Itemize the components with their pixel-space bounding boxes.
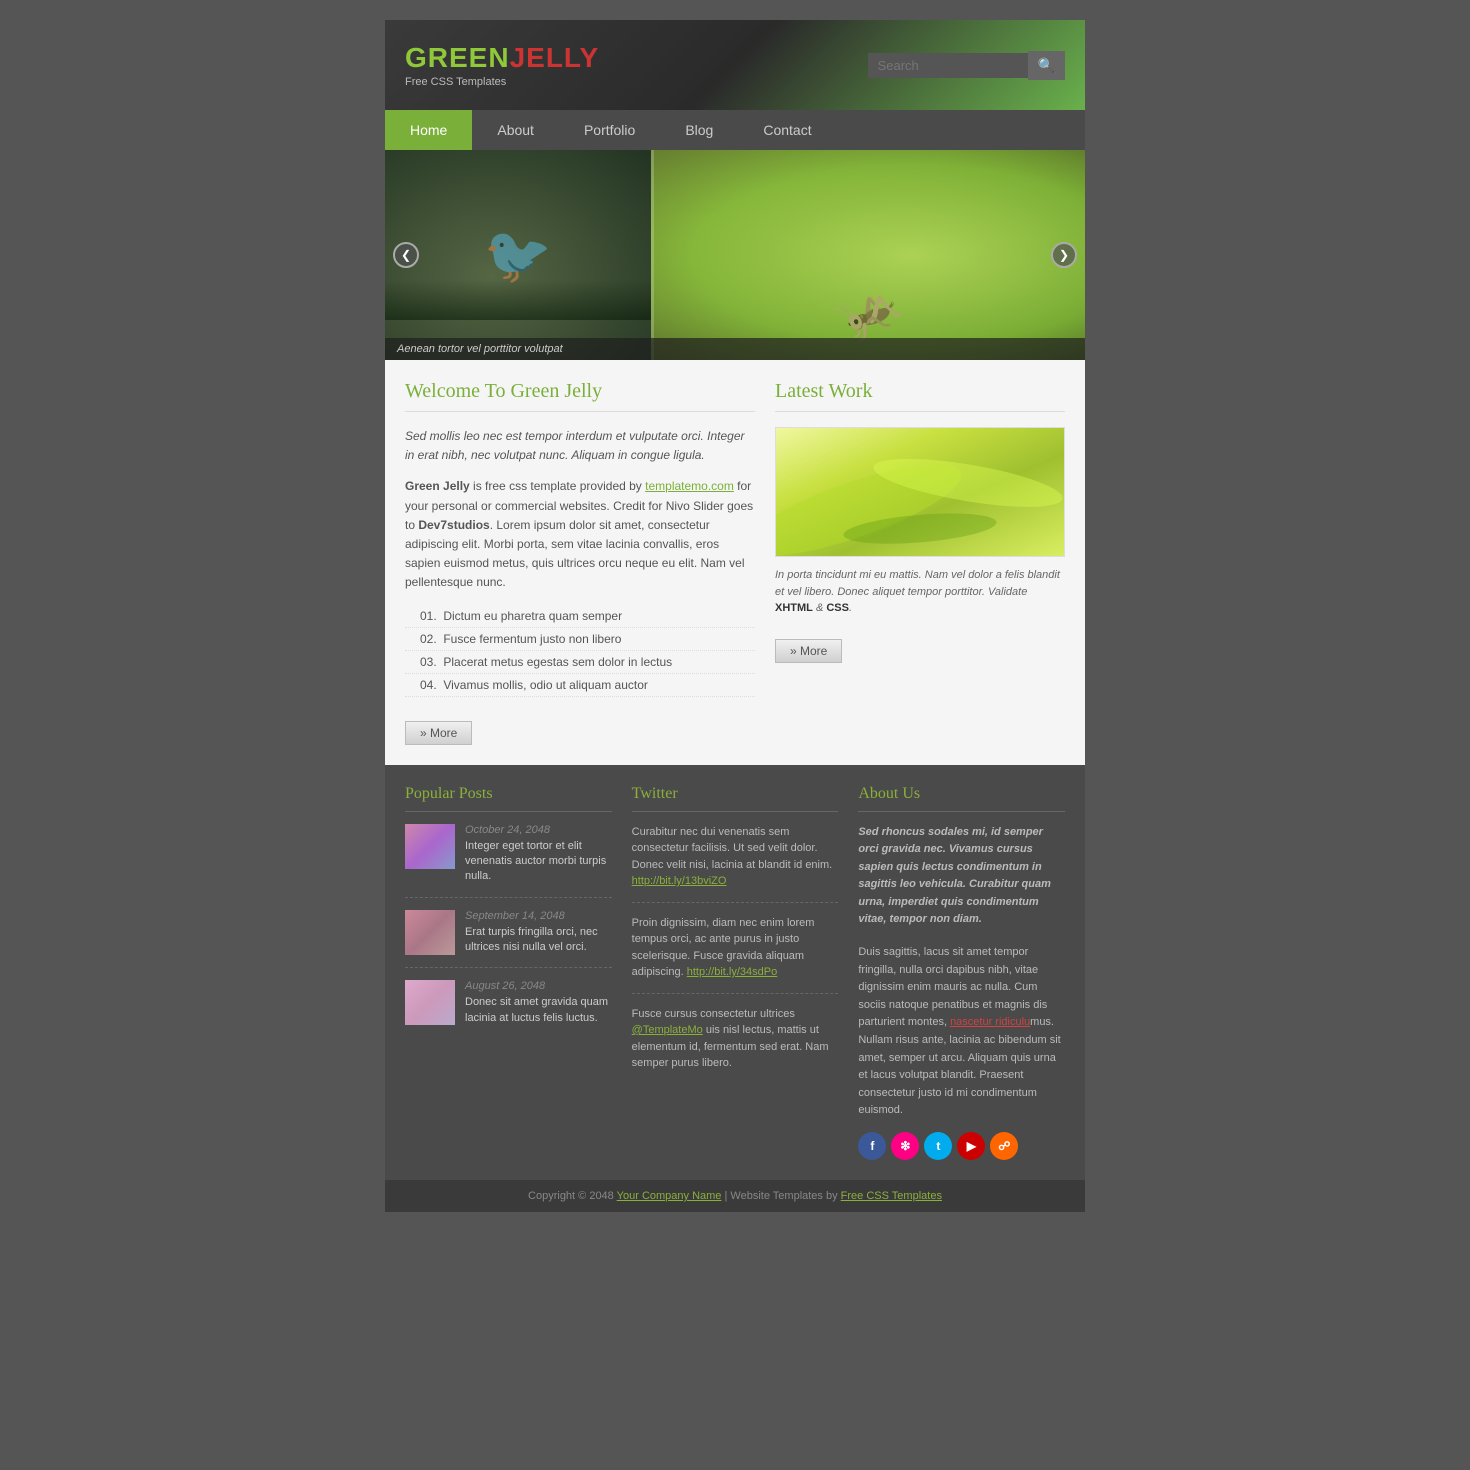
logo-red: JELLY: [510, 42, 600, 73]
css-label: CSS: [826, 602, 849, 614]
twitter-section: Twitter Curabitur nec dui venenatis sem …: [632, 785, 839, 1161]
slider-background: 🐦 🦗: [385, 150, 1085, 360]
latest-work-title: Latest Work: [775, 380, 1065, 412]
post-date: September 14, 2048: [465, 910, 612, 922]
logo: GREENJELLY Free CSS Templates: [405, 42, 599, 88]
slider-divider: [651, 150, 654, 360]
footer-sections: Popular Posts October 24, 2048 Integer e…: [385, 765, 1085, 1181]
footer-separator: | Website Templates by: [724, 1190, 840, 1202]
welcome-more-button[interactable]: » More: [405, 721, 472, 745]
youtube-icon[interactable]: ▶: [957, 1132, 985, 1160]
list-item: 04. Vivamus mollis, odio ut aliquam auct…: [405, 674, 755, 697]
slider-image-left: 🐦: [385, 150, 651, 360]
slider-prev-button[interactable]: ❮: [393, 242, 419, 268]
list-item: 01. Dictum eu pharetra quam semper: [405, 605, 755, 628]
list-item: 03. Placerat metus egestas sem dolor in …: [405, 651, 755, 674]
nav-item-about[interactable]: About: [472, 110, 559, 150]
post-excerpt: Integer eget tortor et elit venenatis au…: [465, 839, 612, 885]
logo-text: GREENJELLY: [405, 42, 599, 74]
post-thumb-image: [405, 980, 455, 1025]
search-box: 🔍: [868, 51, 1065, 80]
slider-caption: Aenean tortor vel porttitor volutpat: [385, 338, 1085, 360]
about-text-2: Duis sagittis, lacus sit amet tempor fri…: [858, 944, 1065, 1120]
xhtml-label: XHTML: [775, 602, 813, 614]
latest-work-section: Latest Work: [775, 380, 1065, 745]
nav-item-home[interactable]: Home: [385, 110, 472, 150]
post-thumbnail: [405, 910, 455, 955]
tweet-link[interactable]: http://bit.ly/13bviZO: [632, 875, 727, 887]
welcome-section: Welcome To Green Jelly Sed mollis leo ne…: [405, 380, 755, 745]
copyright-text: Copyright © 2048: [528, 1190, 614, 1202]
post-thumbnail: [405, 824, 455, 869]
search-button[interactable]: 🔍: [1028, 51, 1065, 80]
nav-item-contact[interactable]: Contact: [738, 110, 836, 150]
tweet-item: Fusce cursus consectetur ultrices @Templ…: [632, 1006, 839, 1084]
post-excerpt: Erat turpis fringilla orci, nec ultrices…: [465, 925, 612, 956]
post-item: October 24, 2048 Integer eget tortor et …: [405, 824, 612, 898]
twitter-icon[interactable]: t: [924, 1132, 952, 1160]
tweet-link[interactable]: http://bit.ly/34sdPo: [687, 966, 778, 978]
about-us-title: About Us: [858, 785, 1065, 812]
work-caption: In porta tincidunt mi eu mattis. Nam vel…: [775, 567, 1065, 617]
search-input[interactable]: [868, 53, 1028, 78]
post-date: August 26, 2048: [465, 980, 612, 992]
post-content: August 26, 2048 Donec sit amet gravida q…: [465, 980, 612, 1026]
about-text-1: Sed rhoncus sodales mi, id semper orci g…: [858, 824, 1065, 930]
logo-tagline: Free CSS Templates: [405, 76, 599, 88]
post-item: August 26, 2048 Donec sit amet gravida q…: [405, 980, 612, 1038]
nascetur-link[interactable]: nascetur ridiculu: [950, 1016, 1030, 1028]
latest-work-more-button[interactable]: » More: [775, 639, 842, 663]
logo-green: GREEN: [405, 42, 510, 73]
twitter-title: Twitter: [632, 785, 839, 812]
tweet-item: Proin dignissim, diam nec enim lorem tem…: [632, 915, 839, 994]
work-image: [775, 427, 1065, 557]
post-thumb-image: [405, 910, 455, 955]
welcome-body: Green Jelly is free css template provide…: [405, 477, 755, 592]
nav: Home About Portfolio Blog Contact: [385, 110, 1085, 150]
green-jelly-label: Green Jelly: [405, 479, 470, 493]
list-item: 02. Fusce fermentum justo non libero: [405, 628, 755, 651]
post-thumb-image: [405, 824, 455, 869]
social-icons: f ❇ t ▶ ☍: [858, 1132, 1065, 1160]
header: GREENJELLY Free CSS Templates 🔍: [385, 20, 1085, 110]
slider: 🐦 🦗 ❮ ❯ Aenean tortor vel porttitor volu…: [385, 150, 1085, 360]
dev7studios-label: Dev7studios: [418, 518, 489, 532]
slider-image-right: 🦗: [651, 150, 1085, 360]
about-us-section: About Us Sed rhoncus sodales mi, id semp…: [858, 785, 1065, 1161]
post-thumbnail: [405, 980, 455, 1025]
popular-posts-title: Popular Posts: [405, 785, 612, 812]
post-excerpt: Donec sit amet gravida quam lacinia at l…: [465, 995, 612, 1026]
post-item: September 14, 2048 Erat turpis fringilla…: [405, 910, 612, 969]
company-link[interactable]: Your Company Name: [617, 1190, 722, 1202]
welcome-intro: Sed mollis leo nec est tempor interdum e…: [405, 427, 755, 465]
main-content: Welcome To Green Jelly Sed mollis leo ne…: [385, 360, 1085, 765]
twitter-mention[interactable]: @TemplateMo: [632, 1024, 703, 1036]
post-date: October 24, 2048: [465, 824, 612, 836]
free-css-link[interactable]: Free CSS Templates: [841, 1190, 942, 1202]
bottom-footer: Copyright © 2048 Your Company Name | Web…: [385, 1180, 1085, 1212]
nav-item-portfolio[interactable]: Portfolio: [559, 110, 660, 150]
welcome-list: 01. Dictum eu pharetra quam semper 02. F…: [405, 605, 755, 697]
flickr-icon[interactable]: ❇: [891, 1132, 919, 1160]
post-content: September 14, 2048 Erat turpis fringilla…: [465, 910, 612, 956]
slider-next-button[interactable]: ❯: [1051, 242, 1077, 268]
work-image-inner: [776, 428, 1064, 556]
tweet-item: Curabitur nec dui venenatis sem consecte…: [632, 824, 839, 903]
popular-posts-section: Popular Posts October 24, 2048 Integer e…: [405, 785, 612, 1161]
nav-item-blog[interactable]: Blog: [660, 110, 738, 150]
facebook-icon[interactable]: f: [858, 1132, 886, 1160]
post-content: October 24, 2048 Integer eget tortor et …: [465, 824, 612, 885]
welcome-title: Welcome To Green Jelly: [405, 380, 755, 412]
rss-icon[interactable]: ☍: [990, 1132, 1018, 1160]
templatemo-link[interactable]: templatemo.com: [645, 479, 734, 493]
